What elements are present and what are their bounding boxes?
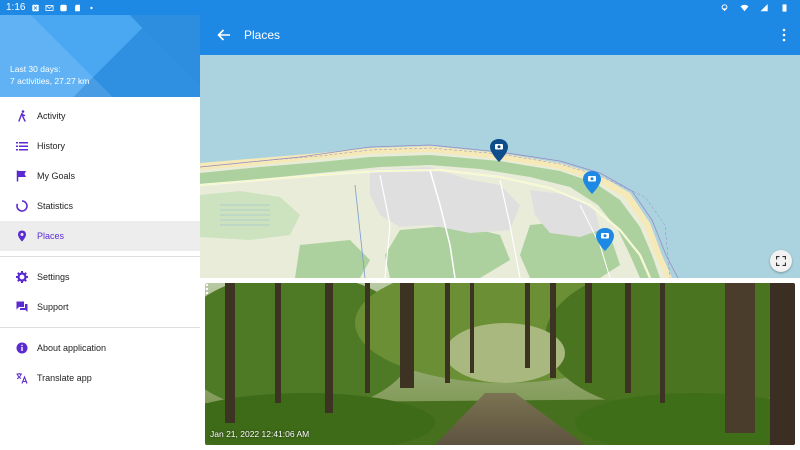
fullscreen-button[interactable] <box>770 250 792 272</box>
map-view[interactable] <box>200 55 800 278</box>
summary-stats: 7 activities, 27.27 km <box>10 76 90 86</box>
sd-card-icon <box>75 4 81 11</box>
info-icon <box>16 342 28 354</box>
forest-photo <box>205 283 795 445</box>
status-bar: 1:16 <box>0 0 800 15</box>
menu-label: Places <box>37 231 65 241</box>
place-photo[interactable]: Jan 21, 2022 12:41:06 AM <box>205 283 795 445</box>
menu-label: Activity <box>37 111 66 121</box>
location-status-icon <box>721 3 728 11</box>
wifi-icon <box>740 4 749 11</box>
activity-summary: Last 30 days: 7 activities, 27.27 km <box>10 63 89 87</box>
photo-timestamp: Jan 21, 2022 12:41:06 AM <box>210 429 310 439</box>
menu-label: Statistics <box>37 201 74 211</box>
summary-period: Last 30 days: <box>10 64 61 74</box>
back-arrow-icon[interactable] <box>216 27 232 43</box>
signal-icon <box>760 3 768 11</box>
navigation-drawer: Last 30 days: 7 activities, 27.27 km Act… <box>0 15 200 450</box>
menu-divider <box>0 327 200 328</box>
forum-icon <box>16 301 28 312</box>
menu-item-translate[interactable]: Translate app <box>0 363 200 393</box>
map-canvas <box>200 139 679 278</box>
menu-item-settings[interactable]: Settings <box>0 262 200 292</box>
menu-label: Translate app <box>37 373 92 383</box>
menu-item-activity[interactable]: Activity <box>0 101 200 131</box>
fullscreen-icon <box>776 256 786 266</box>
menu-item-about[interactable]: About application <box>0 333 200 363</box>
status-time: 1:16 <box>6 2 26 13</box>
list-icon <box>16 142 28 151</box>
translate-icon <box>16 373 28 384</box>
menu-label: About application <box>37 343 107 353</box>
menu-divider <box>0 256 200 257</box>
more-vert-icon[interactable] <box>782 28 786 42</box>
menu-item-my-goals[interactable]: My Goals <box>0 161 200 191</box>
menu-item-statistics[interactable]: Statistics <box>0 191 200 221</box>
photo-more-icon[interactable] <box>205 283 209 295</box>
menu-label: Support <box>37 302 69 312</box>
page-title: Places <box>244 28 281 42</box>
notification-icon <box>32 4 40 11</box>
menu-label: History <box>37 141 66 151</box>
flag-icon <box>16 170 26 182</box>
menu-item-history[interactable]: History <box>0 131 200 161</box>
progress-ring-icon <box>16 200 28 212</box>
menu-item-support[interactable]: Support <box>0 292 200 322</box>
location-pin-icon <box>18 230 26 242</box>
app-notification-icon <box>60 4 68 11</box>
dot-icon <box>90 6 94 9</box>
app-bar: Places <box>200 15 800 55</box>
battery-icon <box>782 3 787 12</box>
mail-icon <box>45 4 54 11</box>
drawer-menu: Activity History My Goals Statistics Pla… <box>0 97 200 393</box>
walk-icon <box>18 110 26 122</box>
menu-label: My Goals <box>37 171 76 181</box>
menu-item-places[interactable]: Places <box>0 221 200 251</box>
gear-icon <box>16 271 28 283</box>
drawer-header: Last 30 days: 7 activities, 27.27 km <box>0 15 200 97</box>
menu-label: Settings <box>37 272 70 282</box>
